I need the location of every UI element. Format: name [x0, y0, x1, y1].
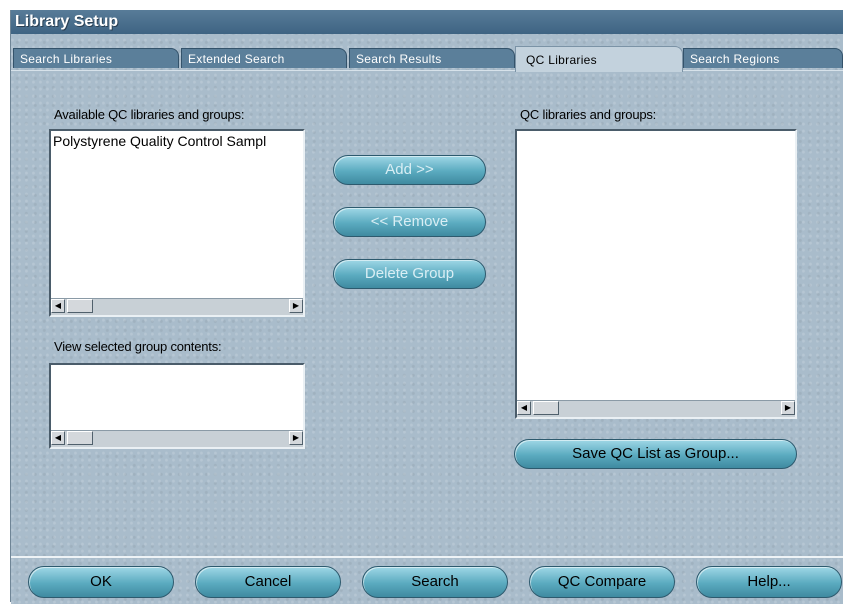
dialog-footer: OK Cancel Search QC Compare Help...: [11, 556, 843, 604]
group-contents-list[interactable]: ◀ ▶: [49, 363, 305, 449]
save-qc-list-as-group-button[interactable]: Save QC List as Group...: [514, 439, 797, 469]
scroll-thumb[interactable]: [533, 401, 559, 415]
cancel-button[interactable]: Cancel: [195, 566, 341, 598]
remove-button[interactable]: << Remove: [333, 207, 486, 237]
horizontal-scrollbar[interactable]: ◀ ▶: [51, 430, 303, 447]
qc-compare-button[interactable]: QC Compare: [529, 566, 675, 598]
left-arrow-icon[interactable]: ◀: [517, 401, 531, 415]
window-title: Library Setup: [11, 10, 843, 34]
tab-search-regions[interactable]: Search Regions: [683, 48, 843, 68]
tab-search-libraries[interactable]: Search Libraries: [13, 48, 179, 68]
right-arrow-icon[interactable]: ▶: [289, 431, 303, 445]
scroll-thumb[interactable]: [67, 299, 93, 313]
horizontal-scrollbar[interactable]: ◀ ▶: [51, 298, 303, 315]
left-arrow-icon[interactable]: ◀: [51, 431, 65, 445]
search-button[interactable]: Search: [362, 566, 508, 598]
qc-libraries-label: QC libraries and groups:: [520, 107, 657, 122]
available-libraries-list[interactable]: Polystyrene Quality Control Sampl ◀ ▶: [49, 129, 305, 317]
tab-qc-libraries[interactable]: QC Libraries: [515, 46, 683, 72]
scroll-thumb[interactable]: [67, 431, 93, 445]
list-item[interactable]: Polystyrene Quality Control Sampl: [51, 131, 303, 151]
tab-strip: Search Libraries Extended Search Search …: [11, 46, 843, 72]
tab-search-results[interactable]: Search Results: [349, 48, 515, 68]
delete-group-button[interactable]: Delete Group: [333, 259, 486, 289]
tab-extended-search[interactable]: Extended Search: [181, 48, 347, 68]
library-setup-window: Library Setup Search Libraries Extended …: [10, 10, 843, 604]
right-arrow-icon[interactable]: ▶: [781, 401, 795, 415]
help-button[interactable]: Help...: [696, 566, 842, 598]
left-arrow-icon[interactable]: ◀: [51, 299, 65, 313]
add-button[interactable]: Add >>: [333, 155, 486, 185]
horizontal-scrollbar[interactable]: ◀ ▶: [517, 400, 795, 417]
qc-libraries-list[interactable]: ◀ ▶: [515, 129, 797, 419]
ok-button[interactable]: OK: [28, 566, 174, 598]
right-arrow-icon[interactable]: ▶: [289, 299, 303, 313]
available-libraries-label: Available QC libraries and groups:: [54, 107, 245, 122]
qc-libraries-panel: Available QC libraries and groups: Polys…: [11, 70, 843, 557]
group-contents-label: View selected group contents:: [54, 339, 222, 354]
